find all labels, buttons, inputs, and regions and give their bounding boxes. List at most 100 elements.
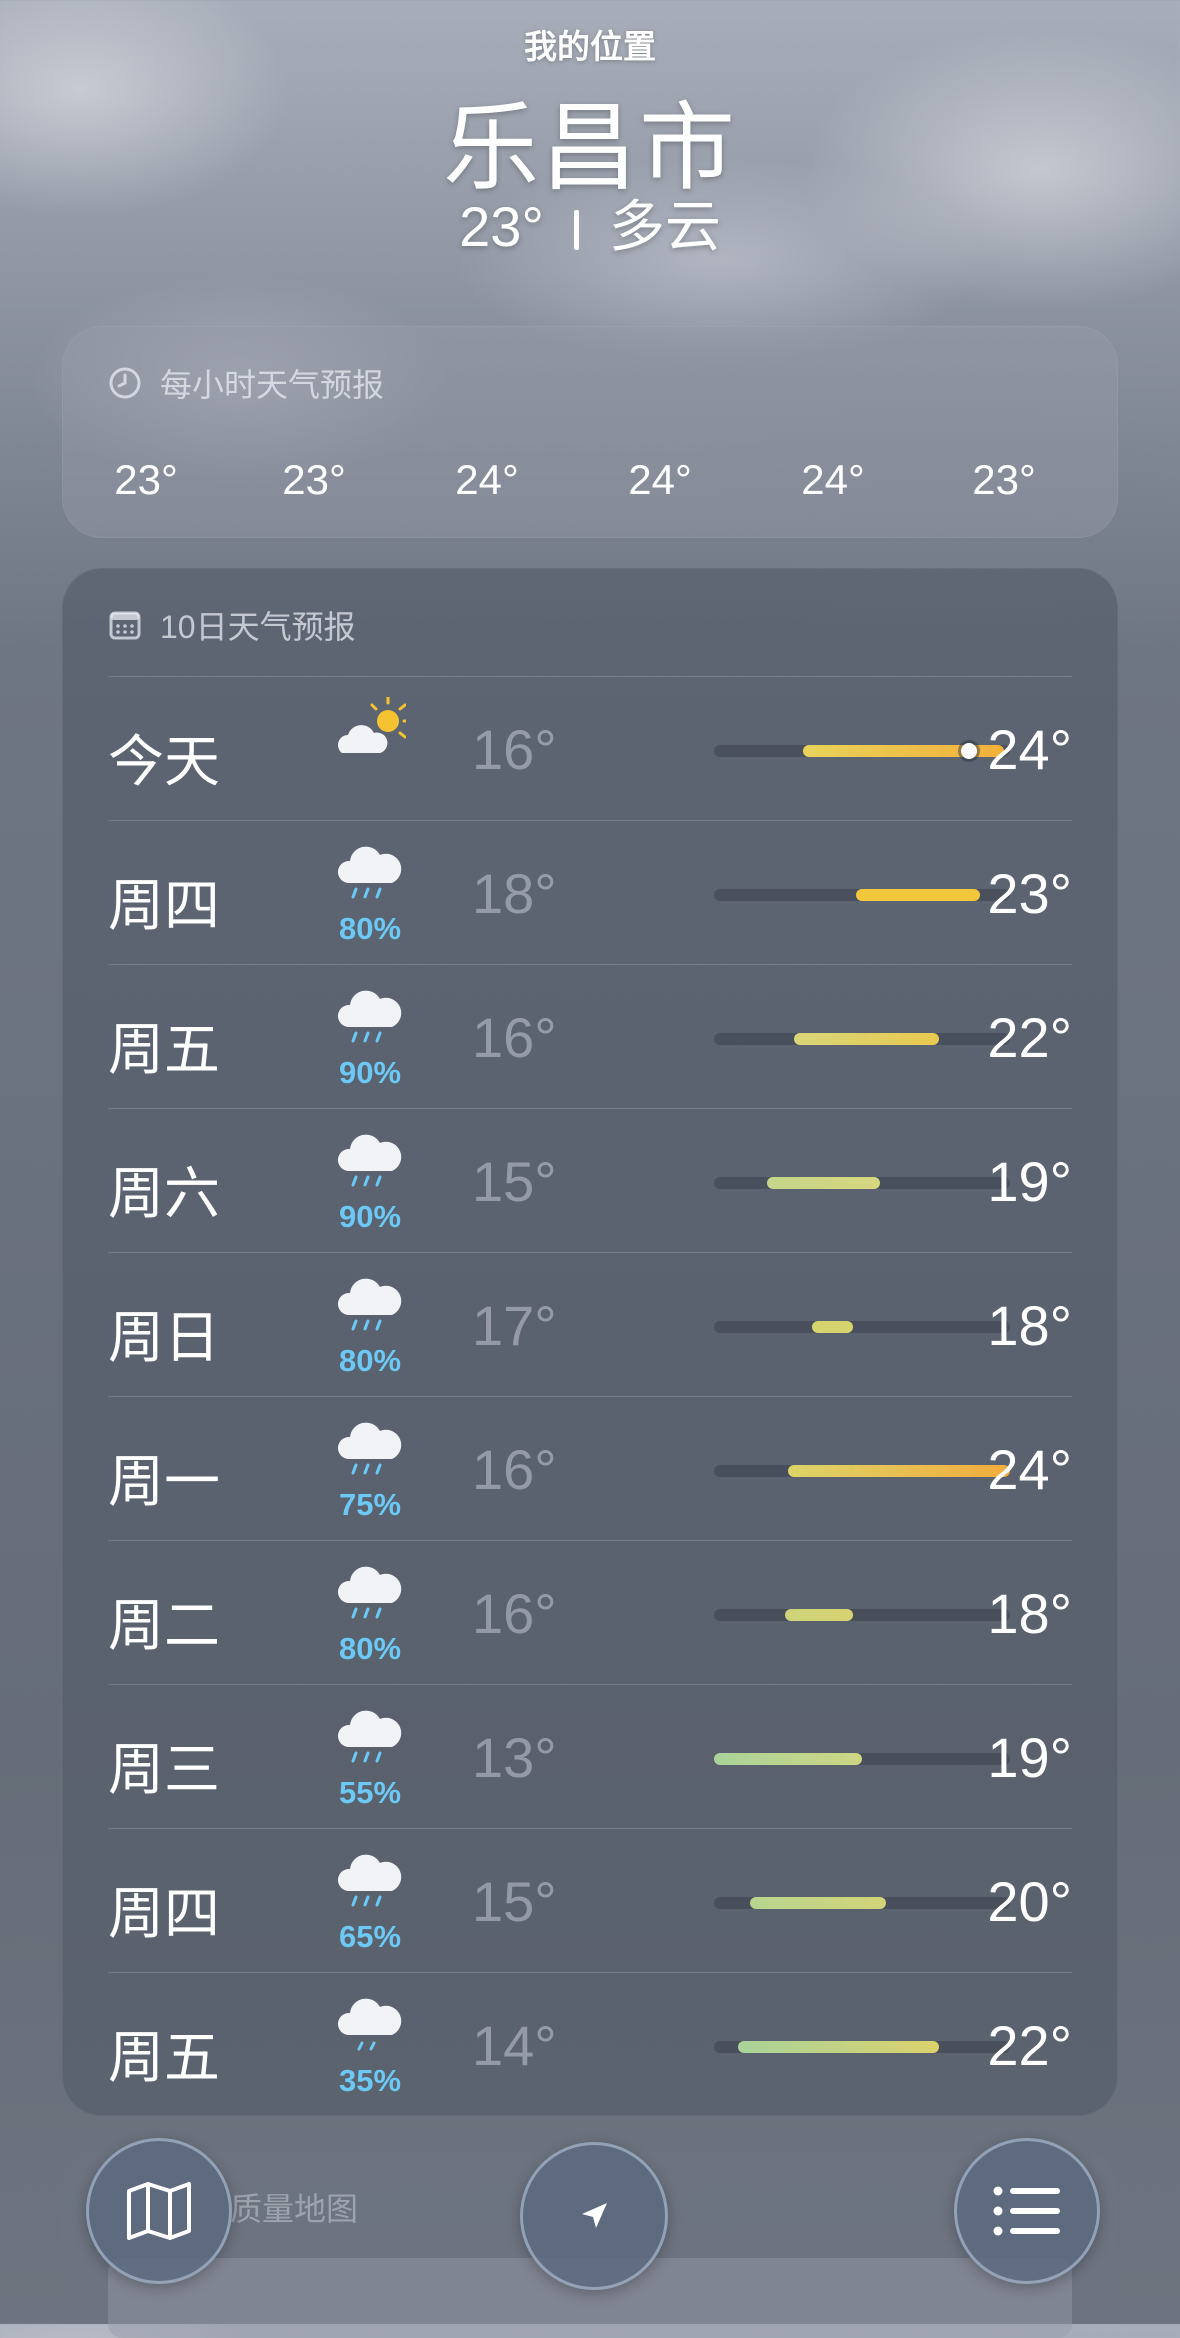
temp-range-fill — [749, 1897, 886, 1909]
temp-range-bar — [714, 743, 1010, 759]
day-name: 今天 — [108, 730, 220, 793]
precip-chance: 80% — [338, 911, 402, 946]
rain-cloud-icon — [337, 1566, 402, 1619]
precip-chance: 55% — [338, 1775, 402, 1810]
high-temp: 20° — [987, 1870, 1072, 1933]
hour-temp: 24° — [455, 456, 519, 503]
low-temp: 15° — [472, 1870, 557, 1933]
low-temp: 16° — [472, 718, 557, 781]
hour-temp: 24° — [801, 456, 865, 503]
hour-temp: 23° — [972, 456, 1036, 503]
day-row[interactable]: 周一 75% 16° 24° — [108, 1396, 1072, 1541]
low-temp: 16° — [472, 1006, 557, 1069]
low-temp: 16° — [472, 1438, 557, 1501]
high-temp: 22° — [987, 1006, 1072, 1069]
ten-day-forecast-card[interactable]: 10日天气预报 今天 16° 24° 周四 80% 18° 23° 周五 90% 16° 22° 周六… — [62, 568, 1118, 2116]
daily-card-header: 10日天气预报 — [108, 602, 356, 648]
current-conditions: 23° 多云 — [0, 182, 1180, 263]
hour-temp: 24° — [628, 456, 692, 503]
hourly-forecast-card[interactable]: 每小时天气预报 23° 23° 24° 24° 24° 23° — [62, 326, 1118, 538]
rain-cloud-icon — [337, 1278, 402, 1331]
precip-chance: 90% — [338, 1055, 402, 1090]
precip-chance: 75% — [338, 1487, 402, 1522]
high-temp: 24° — [987, 718, 1072, 781]
hour-temp: 23° — [282, 456, 346, 503]
precip-chance: 65% — [338, 1919, 402, 1954]
low-temp: 15° — [472, 1150, 557, 1213]
high-temp: 19° — [987, 1150, 1072, 1213]
list-icon — [993, 2186, 1060, 2236]
temp-range-bar — [714, 1321, 1010, 1333]
day-row[interactable]: 周四 80% 18° 23° — [108, 820, 1072, 965]
temp-range-fill — [793, 1033, 939, 1045]
rain-cloud-icon — [337, 1710, 402, 1763]
high-temp: 22° — [987, 2014, 1072, 2077]
day-name: 周一 — [108, 1450, 220, 1513]
hour-temp: 23° — [114, 456, 178, 503]
hourly-card-header: 每小时天气预报 — [108, 360, 384, 406]
high-temp: 24° — [987, 1438, 1072, 1501]
temp-range-fill — [714, 1753, 862, 1765]
low-temp: 16° — [472, 1582, 557, 1645]
day-name: 周六 — [108, 1162, 220, 1225]
day-row[interactable]: 周三 55% 13° 19° — [108, 1684, 1072, 1829]
day-row[interactable]: 周五 35% 14° 22° — [108, 1972, 1072, 2117]
rain-cloud-icon — [337, 846, 402, 899]
day-name: 周五 — [108, 2026, 220, 2089]
low-temp: 18° — [472, 862, 557, 925]
day-row[interactable]: 周六 90% 15° 19° — [108, 1108, 1072, 1253]
temp-range-bar — [714, 889, 1010, 901]
temp-range-bar — [714, 1609, 1010, 1621]
precip-chance: 35% — [338, 2063, 402, 2098]
day-row[interactable]: 今天 16° 24° — [108, 676, 1072, 821]
temp-range-bar — [714, 1753, 1010, 1765]
temp-range-bar — [714, 1177, 1010, 1189]
day-name: 周二 — [108, 1594, 220, 1657]
light-rain-cloud-icon — [337, 1998, 402, 2051]
rain-cloud-icon — [337, 1422, 402, 1475]
temp-range-bar — [714, 2041, 1010, 2053]
precip-chance: 80% — [338, 1631, 402, 1666]
day-row[interactable]: 周二 80% 16° 18° — [108, 1540, 1072, 1685]
low-temp: 13° — [472, 1726, 557, 1789]
low-temp: 14° — [472, 2014, 557, 2077]
air-quality-map-title: 质量地图 — [230, 2191, 359, 2227]
hourly-temps: 23° 23° 24° 24° 24° 23° — [62, 456, 1118, 516]
high-temp: 18° — [987, 1582, 1072, 1645]
current-location-button[interactable] — [520, 2142, 668, 2290]
location-label: 我的位置 — [524, 28, 656, 65]
temp-range-fill — [767, 1177, 880, 1189]
temp-range-bar — [714, 1465, 1010, 1477]
map-icon — [127, 2182, 191, 2240]
map-button[interactable] — [86, 2138, 232, 2284]
temp-range-fill — [856, 889, 981, 901]
current-temp-marker — [960, 743, 977, 759]
hourly-card-title: 每小时天气预报 — [160, 367, 385, 403]
clock-icon — [109, 367, 141, 399]
temp-range-fill — [785, 1609, 854, 1621]
high-temp: 19° — [987, 1726, 1072, 1789]
temp-range-bar — [714, 1033, 1010, 1045]
city-list-button[interactable] — [954, 2138, 1100, 2284]
separator — [573, 210, 579, 250]
day-name: 周日 — [108, 1306, 220, 1369]
rain-cloud-icon — [337, 990, 402, 1043]
day-name: 周五 — [108, 1018, 220, 1081]
current-temp: 23° — [459, 195, 544, 258]
daily-card-title: 10日天气预报 — [160, 609, 356, 645]
temp-range-bar — [714, 1897, 1010, 1909]
location-arrow-icon — [582, 2203, 607, 2228]
temp-range-fill — [737, 2041, 939, 2053]
day-row[interactable]: 周五 90% 16° 22° — [108, 964, 1072, 1109]
day-row[interactable]: 周四 65% 15° 20° — [108, 1828, 1072, 1973]
rain-cloud-icon — [337, 1134, 402, 1187]
low-temp: 17° — [472, 1294, 557, 1357]
day-row[interactable]: 周日 80% 17° 18° — [108, 1252, 1072, 1397]
day-name: 周三 — [108, 1738, 220, 1801]
calendar-icon — [109, 611, 141, 640]
day-name: 周四 — [108, 1882, 220, 1945]
high-temp: 23° — [987, 862, 1072, 925]
precip-chance: 90% — [338, 1199, 402, 1234]
day-name: 周四 — [108, 874, 220, 937]
precip-chance: 80% — [338, 1343, 402, 1378]
